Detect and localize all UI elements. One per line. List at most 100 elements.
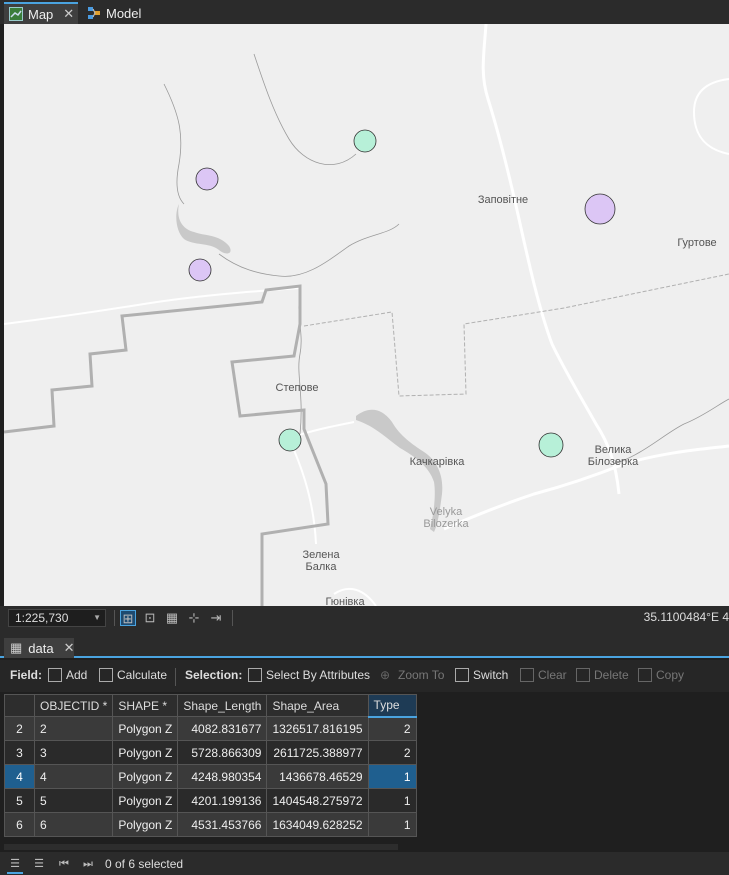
- reservoir: [176, 204, 231, 254]
- cell-shape-length[interactable]: 4531.453766: [177, 812, 268, 837]
- cell-shape-area[interactable]: 1404548.275972: [266, 788, 369, 813]
- table-icon: ▦: [10, 640, 23, 655]
- cell-shape[interactable]: Polygon Z: [112, 764, 179, 789]
- cell-shape-length[interactable]: 4248.980354: [177, 764, 268, 789]
- add-field-label: Add: [66, 668, 88, 682]
- model-icon: [88, 7, 100, 19]
- snapping-icon[interactable]: ⊡: [142, 610, 158, 626]
- place-label: Зелена: [302, 549, 340, 561]
- column-header-shape[interactable]: SHAPE *: [112, 694, 179, 717]
- add-field-button[interactable]: Add: [48, 668, 87, 682]
- table-tab-bar: ▦ data ✕: [0, 630, 729, 658]
- cell-shape[interactable]: Polygon Z: [112, 788, 179, 813]
- clear-icon: [520, 668, 534, 682]
- cell-objectid[interactable]: 6: [33, 812, 114, 837]
- admin-border: [303, 273, 729, 397]
- select-by-attributes-label: Select By Attributes: [266, 668, 371, 682]
- first-record-icon[interactable]: ⏮: [56, 856, 72, 872]
- column-header-type[interactable]: Type: [367, 694, 417, 718]
- cell-shape-area[interactable]: 1326517.816195: [266, 716, 369, 741]
- place-label: Балка: [305, 561, 337, 573]
- table-row[interactable]: 3 3 Polygon Z 5728.866309 2611725.388977…: [4, 740, 417, 765]
- row-number[interactable]: 4: [4, 764, 35, 789]
- cell-objectid[interactable]: 3: [33, 740, 114, 765]
- place-label: Гуртове: [677, 237, 717, 249]
- copy-button[interactable]: Copy: [638, 668, 684, 682]
- table-row[interactable]: 2 2 Polygon Z 4082.831677 1326517.816195…: [4, 716, 417, 741]
- cell-type[interactable]: 1: [367, 812, 417, 837]
- scale-select[interactable]: 1:225,730 ▼: [8, 609, 106, 627]
- cell-shape-area[interactable]: 1634049.628252: [266, 812, 369, 837]
- tab-model[interactable]: Model: [82, 2, 162, 24]
- cell-type[interactable]: 2: [367, 716, 417, 741]
- table-header-row: OBJECTID * SHAPE * Shape_Length Shape_Ar…: [4, 694, 417, 718]
- cell-type[interactable]: 1: [367, 788, 417, 813]
- selection-label: Selection:: [185, 668, 243, 682]
- column-header-objectid[interactable]: OBJECTID *: [33, 694, 114, 717]
- switch-selection-button[interactable]: Switch: [455, 668, 508, 682]
- cell-objectid[interactable]: 2: [33, 716, 114, 741]
- coordinate-readout: 35.1100484°E 4: [643, 610, 729, 624]
- divider: [114, 610, 115, 626]
- column-header-shape-area[interactable]: Shape_Area: [266, 694, 369, 717]
- cell-shape[interactable]: Polygon Z: [112, 716, 179, 741]
- tab-map-label: Map: [28, 6, 54, 22]
- map-canvas[interactable]: [4, 24, 729, 606]
- map-view[interactable]: Заповітне Гуртове Степове Качкарівка Вел…: [4, 24, 729, 606]
- show-all-records-icon[interactable]: ☰: [7, 856, 23, 874]
- attribute-table[interactable]: OBJECTID * SHAPE * Shape_Length Shape_Ar…: [4, 694, 417, 837]
- row-header-corner[interactable]: [4, 694, 35, 717]
- row-number[interactable]: 6: [4, 812, 35, 837]
- cell-shape-area[interactable]: 1436678.46529: [266, 764, 369, 789]
- switch-icon: [455, 668, 469, 682]
- place-label: Velyka: [429, 506, 463, 518]
- last-record-icon[interactable]: ⏭: [80, 856, 96, 872]
- cell-objectid[interactable]: 4: [33, 764, 114, 789]
- row-number[interactable]: 2: [4, 716, 35, 741]
- table-toolbar: Field: Add Calculate Selection: Select B…: [0, 660, 729, 692]
- map-feature-type1: [353, 129, 377, 153]
- table-scroll-area: [4, 844, 398, 850]
- constraints-icon[interactable]: ⊹: [186, 610, 202, 626]
- select-by-attributes-icon: [248, 668, 262, 682]
- calculate-field-button[interactable]: Calculate: [99, 668, 167, 682]
- cell-shape[interactable]: Polygon Z: [112, 740, 179, 765]
- cell-shape-length[interactable]: 4082.831677: [177, 716, 268, 741]
- table-row[interactable]: 6 6 Polygon Z 4531.453766 1634049.628252…: [4, 812, 417, 837]
- close-icon[interactable]: ✕: [63, 6, 74, 22]
- row-number[interactable]: 5: [4, 788, 35, 813]
- road: [4, 287, 301, 325]
- correction-icon[interactable]: ⇥: [208, 610, 224, 626]
- cell-shape-area[interactable]: 2611725.388977: [266, 740, 369, 765]
- cell-shape-length[interactable]: 4201.199136: [177, 788, 268, 813]
- place-label: Качкарівка: [409, 456, 465, 468]
- cell-type[interactable]: 1: [367, 764, 417, 789]
- row-number[interactable]: 3: [4, 740, 35, 765]
- delete-button[interactable]: Delete: [576, 668, 629, 682]
- terrain-line: [163, 83, 185, 205]
- show-selected-records-icon[interactable]: ☰: [31, 856, 47, 872]
- calculate-label: Calculate: [117, 668, 168, 682]
- cell-objectid[interactable]: 5: [33, 788, 114, 813]
- column-header-shape-length[interactable]: Shape_Length: [177, 694, 268, 717]
- map-status-bar: 1:225,730 ▼ ⊞ ⊡ ▦ ⊹ ⇥ 35.1100484°E 4: [0, 606, 729, 630]
- place-label: Заповітне: [477, 194, 529, 206]
- clear-selection-button[interactable]: Clear: [520, 668, 567, 682]
- cell-shape-length[interactable]: 5728.866309: [177, 740, 268, 765]
- cell-type[interactable]: 2: [367, 740, 417, 765]
- place-label: Bilozerka: [423, 518, 469, 530]
- table-row[interactable]: 5 5 Polygon Z 4201.199136 1404548.275972…: [4, 788, 417, 813]
- scale-value: 1:225,730: [15, 611, 69, 625]
- zoom-to-button[interactable]: ⊕ Zoom To: [380, 668, 444, 682]
- road: [443, 444, 729, 531]
- cell-shape[interactable]: Polygon Z: [112, 812, 179, 837]
- map-feature-type2: [195, 167, 219, 191]
- close-icon[interactable]: ✕: [64, 640, 75, 656]
- table-row-active[interactable]: 4 4 Polygon Z 4248.980354 1436678.46529 …: [4, 764, 417, 789]
- road: [481, 24, 621, 495]
- tab-data[interactable]: ▦ data ✕: [4, 638, 75, 658]
- tab-map[interactable]: Map ✕: [4, 2, 78, 24]
- grid-snap-icon[interactable]: ⊞: [120, 610, 136, 626]
- grid-icon[interactable]: ▦: [164, 610, 180, 626]
- select-by-attributes-button[interactable]: Select By Attributes: [248, 668, 370, 682]
